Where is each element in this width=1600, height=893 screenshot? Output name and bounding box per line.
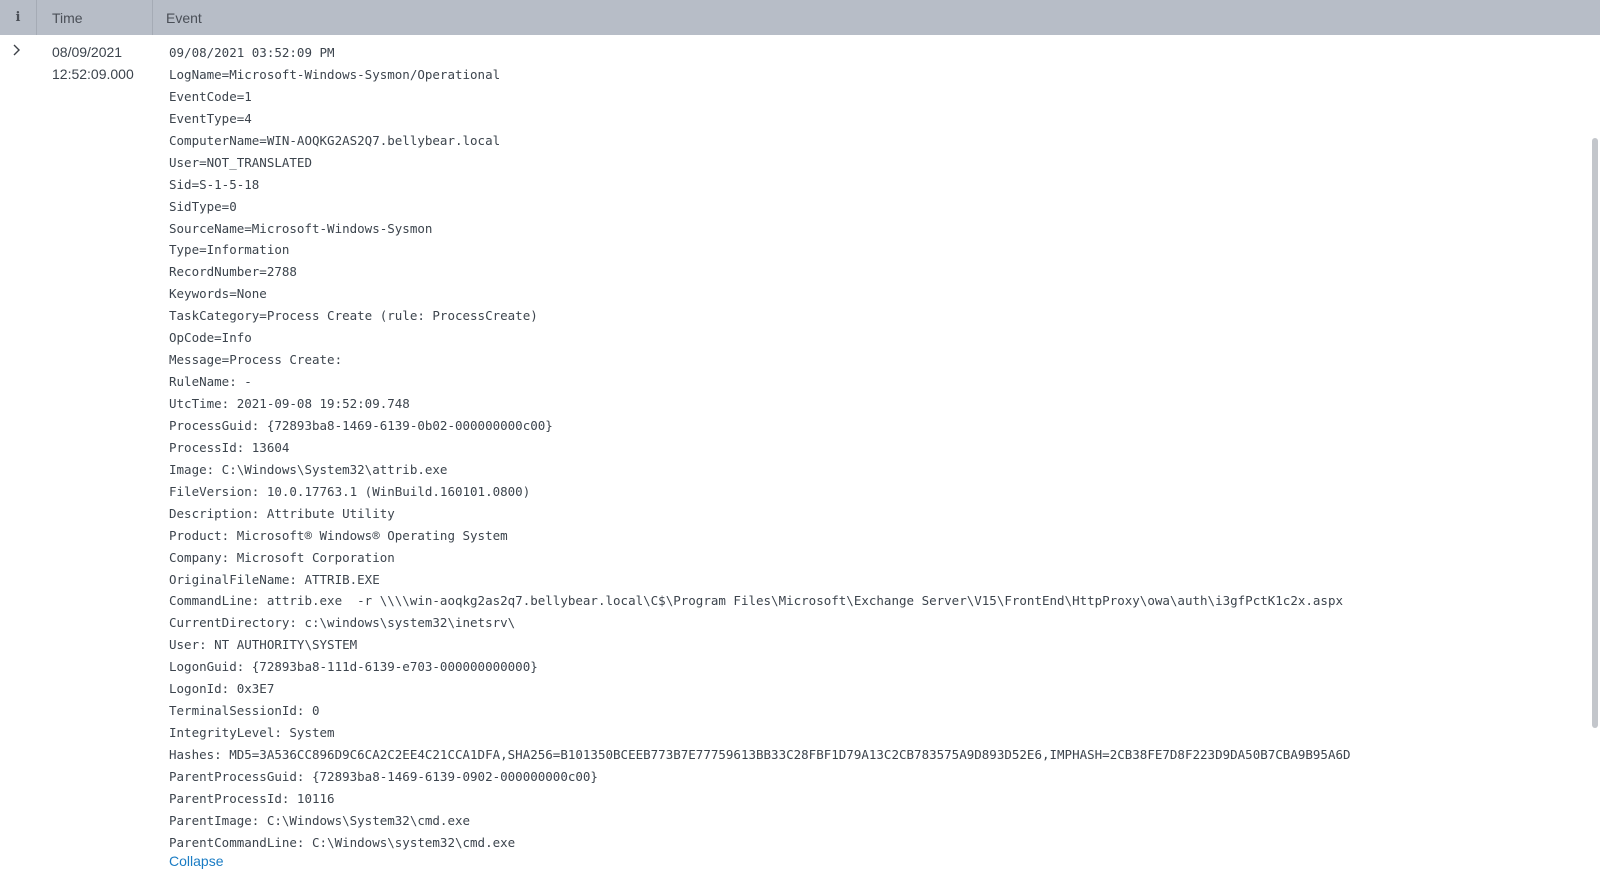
event-line: SourceName=Microsoft-Windows-Sysmon [169, 220, 433, 236]
event-cell: 09/08/2021 03:52:09 PM LogName=Microsoft-… [169, 42, 1351, 869]
scrollbar-thumb[interactable] [1592, 138, 1598, 728]
event-line: TaskCategory=Process Create (rule: Proce… [169, 308, 538, 324]
chevron-right-icon [13, 44, 20, 56]
event-line: RecordNumber=2788 [169, 264, 297, 280]
event-column-label: Event [166, 9, 202, 26]
event-line: User: NT AUTHORITY\SYSTEM [169, 637, 358, 653]
event-line: ParentProcessGuid: {72893ba8-1469-6139-0… [169, 768, 598, 784]
event-line: Sid=S-1-5-18 [169, 176, 260, 192]
event-line: ComputerName=WIN-AOQKG2AS2Q7.bellybear.l… [169, 132, 501, 148]
time-date: 08/09/2021 [52, 44, 123, 60]
event-line: RuleName: - [169, 374, 252, 390]
info-icon: i [15, 10, 21, 25]
time-column-header[interactable]: Time [37, 0, 153, 35]
event-line: 09/08/2021 03:52:09 PM [169, 45, 335, 60]
event-line: OriginalFileName: ATTRIB.EXE [169, 571, 380, 587]
event-line: CommandLine: attrib.exe -r \\\\win-aoqkg… [169, 593, 1343, 609]
results-table-header: i Time Event [0, 0, 1600, 35]
event-line: Image: C:\Windows\System32\attrib.exe [169, 461, 448, 477]
event-line: Description: Attribute Utility [169, 505, 395, 521]
event-line: OpCode=Info [169, 330, 252, 346]
event-line: User=NOT_TRANSLATED [169, 154, 312, 170]
event-line: Type=Information [169, 242, 290, 258]
time-column-label: Time [52, 9, 83, 26]
event-line: LogonGuid: {72893ba8-111d-6139-e703-0000… [169, 659, 538, 675]
event-line: LogName=Microsoft-Windows-Sysmon/Operati… [169, 66, 501, 82]
collapse-link[interactable]: Collapse [169, 853, 223, 869]
info-column-header[interactable]: i [0, 0, 37, 35]
event-column-header[interactable]: Event [153, 0, 202, 35]
expand-row-button[interactable] [10, 43, 26, 59]
event-line: EventCode=1 [169, 88, 252, 104]
event-line: LogonId: 0x3E7 [169, 681, 275, 697]
event-line: ParentProcessId: 10116 [169, 790, 335, 806]
event-line: Product: Microsoft® Windows® Operating S… [169, 527, 508, 543]
event-raw-text: 09/08/2021 03:52:09 PM LogName=Microsoft-… [169, 42, 1351, 854]
vertical-scrollbar[interactable] [1590, 35, 1598, 893]
time-clock: 12:52:09.000 [52, 66, 134, 82]
event-line: EventType=4 [169, 110, 252, 126]
event-line: CurrentDirectory: c:\windows\system32\in… [169, 615, 516, 631]
event-line: IntegrityLevel: System [169, 725, 335, 741]
event-line: ProcessId: 13604 [169, 439, 290, 455]
event-line: ParentImage: C:\Windows\System32\cmd.exe [169, 812, 471, 828]
event-line: ProcessGuid: {72893ba8-1469-6139-0b02-00… [169, 417, 553, 433]
event-line: Hashes: MD5=3A536CC896D9C6CA2C2EE4C21CCA… [169, 747, 1351, 762]
event-line: ParentCommandLine: C:\Windows\system32\c… [169, 834, 516, 850]
event-line: FileVersion: 10.0.17763.1 (WinBuild.1601… [169, 483, 531, 499]
event-line: UtcTime: 2021-09-08 19:52:09.748 [169, 396, 410, 411]
event-line: Company: Microsoft Corporation [169, 549, 395, 565]
event-line: SidType=0 [169, 198, 237, 214]
time-cell: 08/09/2021 12:52:09.000 [52, 41, 134, 85]
event-line: TerminalSessionId: 0 [169, 703, 320, 719]
event-line: Message=Process Create: [169, 352, 343, 368]
event-line: Keywords=None [169, 286, 267, 302]
